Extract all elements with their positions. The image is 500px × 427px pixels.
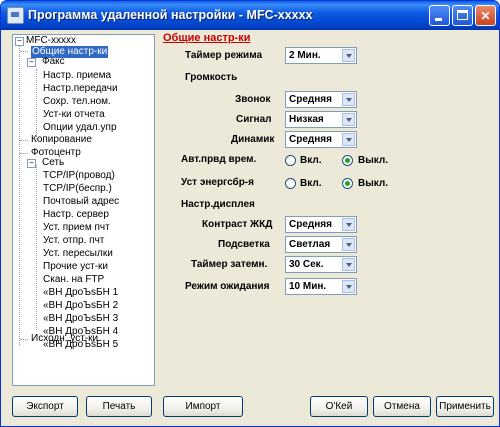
beeper-volume-value: Низкая [289, 114, 324, 125]
chevron-down-icon[interactable] [342, 49, 355, 62]
chevron-down-icon[interactable] [342, 113, 355, 126]
mode-timer-label: Таймер режима [185, 50, 263, 61]
backlight-value: Светлая [289, 239, 331, 250]
tree-connector [36, 69, 37, 139]
export-button[interactable]: Экспорт [12, 396, 78, 417]
tree-item-network[interactable]: Сеть [42, 157, 64, 169]
import-button[interactable]: Импорт [163, 396, 243, 417]
dim-timer-value: 30 Сек. [289, 259, 324, 270]
minimize-button[interactable] [429, 5, 450, 26]
eco-mode-off-label[interactable]: Выкл. [358, 178, 388, 189]
chevron-down-icon[interactable] [342, 238, 355, 251]
auto-dst-on-radio[interactable] [285, 155, 296, 166]
lcd-contrast-label: Контраст ЖКД [202, 219, 273, 230]
ring-volume-select[interactable]: Средняя [285, 91, 357, 108]
tree-item-ftp-profile-1[interactable]: «ВН ДроЪsБН 1 [43, 287, 118, 299]
close-button[interactable]: ✕ [475, 5, 496, 26]
minimize-icon [435, 18, 442, 21]
sleep-mode-select[interactable]: 10 Мин. [285, 278, 357, 295]
tree-connector [20, 140, 28, 141]
eco-mode-on-label[interactable]: Вкл. [300, 178, 321, 189]
chevron-down-icon[interactable] [342, 258, 355, 271]
sleep-mode-label: Режим ожидания [185, 281, 270, 292]
auto-dst-off-label[interactable]: Выкл. [358, 155, 388, 166]
tree-item-tcpip-wireless[interactable]: TCP/IP(беспр.) [43, 183, 112, 195]
tree-item-misc-settings[interactable]: Прочие уст-ки [43, 261, 108, 273]
tree-item-address-book[interactable]: Сохр. тел.ном. [43, 96, 111, 108]
tree-connector [19, 45, 20, 345]
tree-item-mail-send[interactable]: Уст. отпр. пчт [43, 235, 104, 247]
tree-item-fax-send[interactable]: Настр.передачи [43, 83, 118, 95]
tree-item-mail-receive[interactable]: Уст. прием пчт [43, 222, 110, 234]
dim-timer-label: Таймер затемн. [191, 259, 268, 270]
backlight-label: Подсветка [218, 239, 270, 250]
close-icon: ✕ [480, 9, 491, 23]
beeper-label: Сигнал [236, 114, 272, 125]
collapse-icon[interactable]: − [27, 58, 36, 67]
dim-timer-select[interactable]: 30 Сек. [285, 256, 357, 273]
tree-item-factory-reset[interactable]: Исходн. уст-ки [31, 333, 98, 345]
auto-dst-off-radio[interactable] [342, 155, 353, 166]
tree-item-ftp-profile-3[interactable]: «ВН ДроЪsБН 3 [43, 313, 118, 325]
tree-item-copy[interactable]: Копирование [31, 134, 92, 146]
speaker-volume-select[interactable]: Средняя [285, 131, 357, 148]
eco-mode-label: Уст энергсбр-я [181, 177, 254, 188]
cancel-button[interactable]: Отмена [373, 396, 431, 417]
chevron-down-icon[interactable] [342, 218, 355, 231]
tree-item-fax-receive[interactable]: Настр. приема [43, 70, 111, 82]
collapse-icon[interactable]: − [27, 159, 36, 168]
tree-connector [20, 339, 28, 340]
settings-tree[interactable]: − MFC-xxxxx Общие настр-ки − Факс Настр.… [12, 34, 155, 386]
maximize-button[interactable] [452, 5, 473, 26]
sleep-mode-value: 10 Мин. [289, 281, 327, 292]
chevron-down-icon[interactable] [342, 93, 355, 106]
ring-volume-value: Средняя [289, 94, 332, 105]
mode-timer-select[interactable]: 2 Мин. [285, 47, 357, 64]
maximize-icon [457, 10, 468, 20]
ring-label: Звонок [235, 94, 271, 105]
panel-title: Общие настр-ки [163, 32, 251, 44]
eco-mode-on-radio[interactable] [285, 178, 296, 189]
tree-item-report-settings[interactable]: Уст-ки отчета [43, 109, 105, 121]
mode-timer-value: 2 Мин. [289, 50, 321, 61]
tree-item-fax[interactable]: Факс [42, 56, 65, 68]
backlight-select[interactable]: Светлая [285, 236, 357, 253]
auto-dst-on-label[interactable]: Вкл. [300, 155, 321, 166]
app-window: Программа удаленной настройки - MFC-xxxx… [0, 0, 500, 427]
tree-item-ftp-profile-2[interactable]: «ВН ДроЪsБН 2 [43, 300, 118, 312]
lcd-contrast-select[interactable]: Средняя [285, 216, 357, 233]
tree-connector [36, 165, 37, 330]
app-icon [7, 7, 24, 24]
speaker-label: Динамик [231, 134, 275, 145]
tree-connector [20, 51, 28, 52]
chevron-down-icon[interactable] [342, 133, 355, 146]
tree-item-tcpip-wired[interactable]: TCP/IP(провод) [43, 170, 115, 182]
window-title: Программа удаленной настройки - MFC-xxxx… [28, 8, 313, 22]
chevron-down-icon[interactable] [342, 280, 355, 293]
print-button[interactable]: Печать [86, 396, 152, 417]
title-bar[interactable]: Программа удаленной настройки - MFC-xxxx… [1, 1, 499, 30]
beeper-volume-select[interactable]: Низкая [285, 111, 357, 128]
display-settings-label: Настр.дисплея [181, 199, 255, 210]
tree-connector [20, 153, 28, 154]
auto-dst-label: Авт.првд врем. [181, 154, 257, 165]
speaker-volume-value: Средняя [289, 134, 332, 145]
tree-item-server-setup[interactable]: Настр. сервер [43, 209, 109, 221]
tree-item-email-address[interactable]: Почтовый адрес [43, 196, 119, 208]
apply-button[interactable]: Применить [436, 396, 494, 417]
ok-button[interactable]: О'Кей [310, 396, 368, 417]
eco-mode-off-radio[interactable] [342, 178, 353, 189]
collapse-icon[interactable]: − [15, 37, 24, 46]
tree-item-relay-setup[interactable]: Уст. пересылки [43, 248, 113, 260]
volume-label: Громкость [185, 72, 238, 83]
lcd-contrast-value: Средняя [289, 219, 332, 230]
tree-item-remote-options[interactable]: Опции удал.упр [43, 122, 117, 134]
tree-item-scan-to-ftp[interactable]: Скан. на FTP [43, 274, 104, 286]
